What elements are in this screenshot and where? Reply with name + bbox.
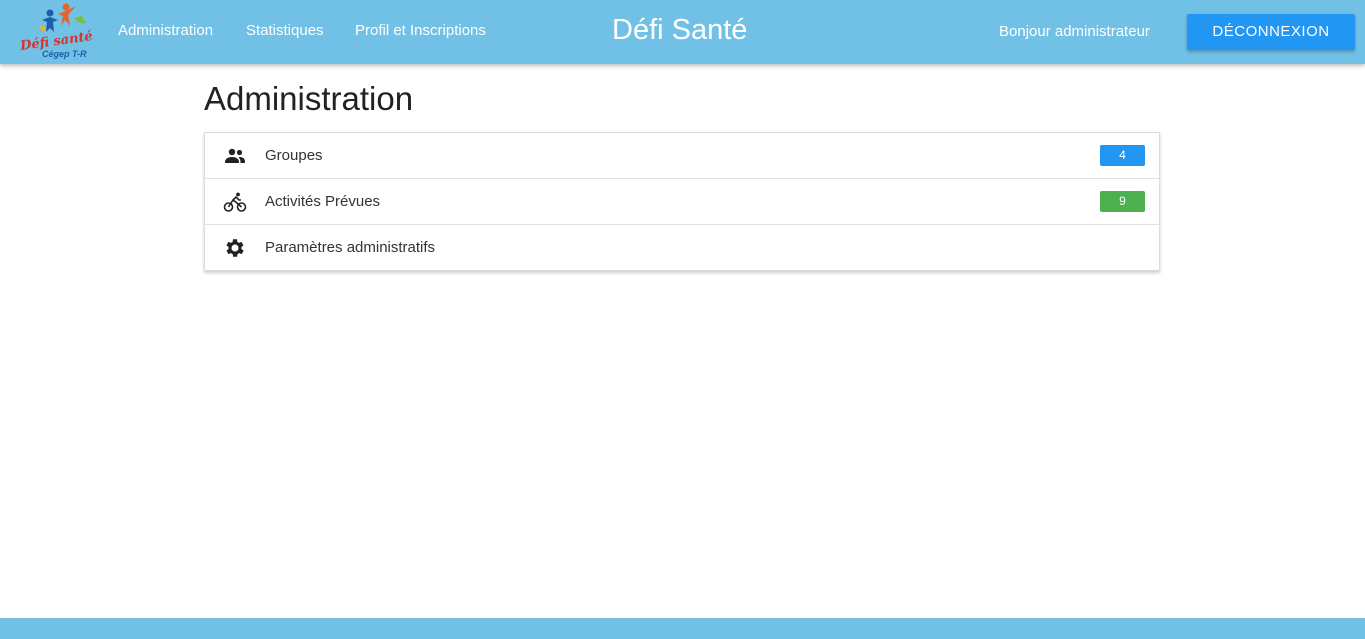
- nav-link-statistiques[interactable]: Statistiques: [246, 22, 324, 39]
- count-badge: 4: [1100, 145, 1145, 166]
- admin-item-activites-prevues[interactable]: Activités Prévues 9: [205, 179, 1159, 225]
- footer-bar: [0, 618, 1365, 639]
- bike-icon: [223, 192, 247, 212]
- user-greeting: Bonjour administrateur: [999, 23, 1150, 40]
- logo-subtitle: Cégep T-R: [42, 49, 87, 59]
- brand-title[interactable]: Défi Santé: [612, 14, 747, 47]
- admin-item-groupes[interactable]: Groupes 4: [205, 133, 1159, 179]
- admin-item-label: Groupes: [265, 147, 323, 164]
- defi-sante-logo[interactable]: Défi santé Cégep T-R: [19, 2, 94, 62]
- gear-icon: [226, 239, 244, 257]
- admin-menu-list: Groupes 4 Activités Prévues 9 Paramètres…: [204, 132, 1160, 271]
- page-title: Administration: [204, 80, 414, 117]
- nav-link-profil-inscriptions[interactable]: Profil et Inscriptions: [355, 22, 486, 39]
- admin-item-label: Paramètres administratifs: [265, 239, 436, 256]
- logout-button[interactable]: DÉCONNEXION: [1187, 14, 1355, 50]
- nav-link-administration[interactable]: Administration: [118, 22, 213, 39]
- count-badge: 9: [1100, 191, 1145, 212]
- top-navbar: Défi santé Cégep T-R Administration Stat…: [0, 0, 1365, 64]
- people-icon: [225, 148, 245, 163]
- admin-item-parametres[interactable]: Paramètres administratifs: [205, 225, 1159, 270]
- admin-item-label: Activités Prévues: [265, 193, 381, 210]
